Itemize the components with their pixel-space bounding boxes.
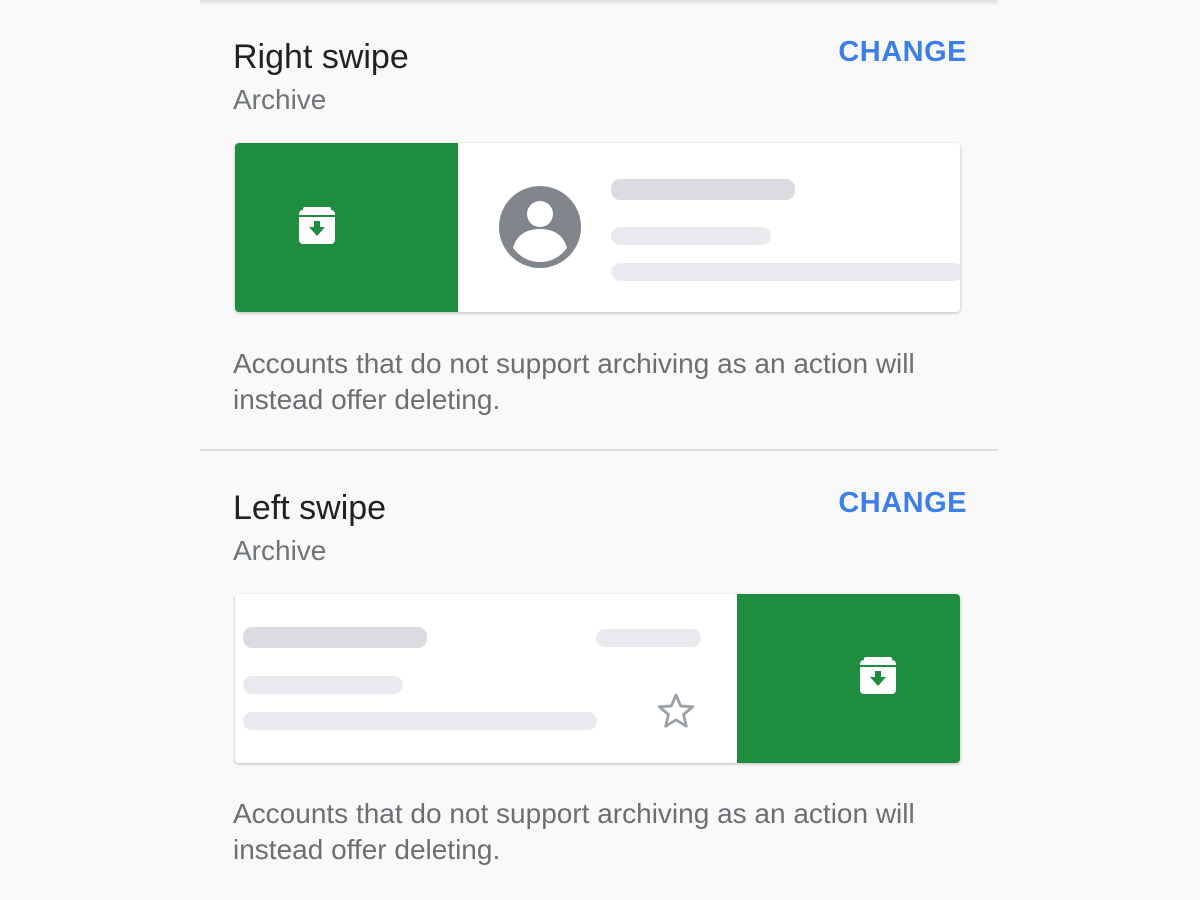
placeholder-line [611,227,771,245]
left-swipe-title: Left swipe [233,489,387,527]
left-swipe-change-button[interactable]: CHANGE [838,487,967,520]
archive-icon [860,657,896,694]
placeholder-line [243,712,597,730]
archive-icon [299,207,335,244]
left-swipe-note: Accounts that do not support archiving a… [233,798,915,865]
right-swipe-setting: Right swipe Archive CHANGE Accounts that… [200,0,998,450]
placeholder-line [596,629,701,647]
left-swipe-value: Archive [233,535,327,566]
left-swipe-setting: Left swipe Archive CHANGE Accounts that … [200,451,998,900]
right-swipe-preview [235,143,960,312]
right-swipe-value: Archive [233,84,327,115]
placeholder-line [243,676,403,694]
right-swipe-note: Accounts that do not support archiving a… [233,348,915,415]
placeholder-line [611,179,795,200]
left-swipe-preview [235,594,960,763]
swipe-action-background [737,594,960,763]
avatar-icon [499,186,581,268]
placeholder-line [243,627,427,648]
placeholder-line [611,263,960,281]
swipe-action-background [235,143,458,312]
right-swipe-title: Right swipe [233,38,409,76]
right-swipe-change-button[interactable]: CHANGE [838,36,967,69]
star-icon [657,693,695,728]
